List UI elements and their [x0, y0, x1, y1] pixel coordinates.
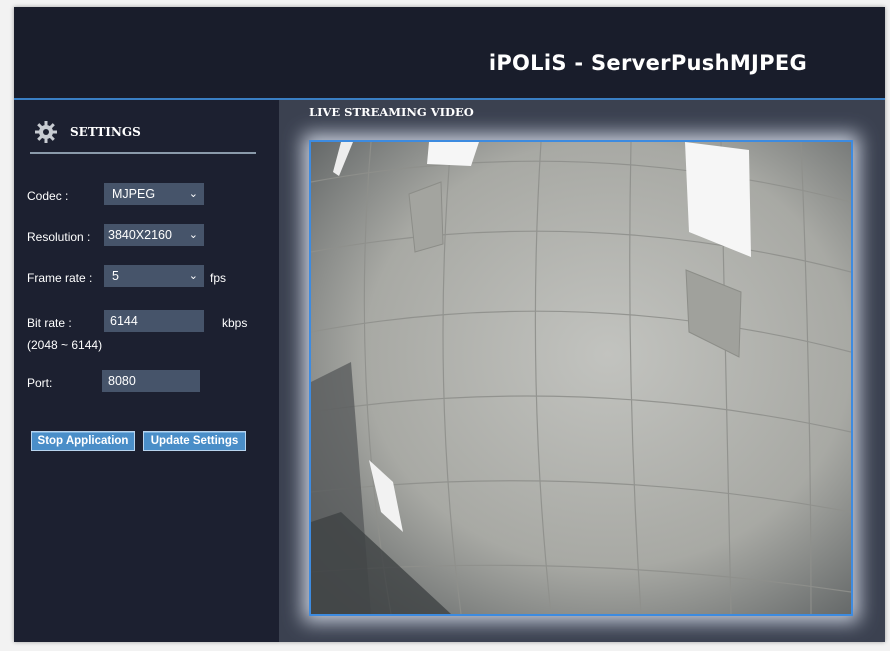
live-video-title: LIVE STREAMING VIDEO [309, 105, 474, 119]
header: iPOLiS - ServerPushMJPEG [14, 7, 885, 100]
framerate-label: Frame rate : [27, 271, 93, 285]
live-video-feed [309, 140, 853, 616]
chevron-down-icon: ⌄ [188, 188, 198, 200]
port-label: Port: [27, 376, 53, 390]
settings-header: SETTINGS [30, 118, 256, 154]
chevron-down-icon: ⌄ [188, 229, 198, 241]
resolution-label: Resolution : [27, 230, 91, 244]
app-frame: iPOLiS - ServerPushMJPEG SETTINGS Codec … [14, 7, 885, 642]
resolution-value: 3840X2160 [108, 228, 172, 242]
port-input[interactable]: 8080 [102, 370, 200, 392]
video-panel: LIVE STREAMING VIDEO [279, 100, 885, 642]
bitrate-label: Bit rate : [27, 316, 72, 330]
framerate-value: 5 [112, 269, 119, 283]
stop-application-button[interactable]: Stop Application [31, 431, 135, 451]
codec-value: MJPEG [112, 187, 156, 201]
video-frame-image [311, 142, 851, 614]
framerate-select[interactable]: 5 ⌄ [104, 265, 204, 287]
settings-title: SETTINGS [70, 125, 141, 139]
update-settings-button[interactable]: Update Settings [143, 431, 246, 451]
bitrate-input[interactable]: 6144 [104, 310, 204, 332]
codec-select[interactable]: MJPEG ⌄ [104, 183, 204, 205]
framerate-unit: fps [210, 271, 227, 285]
gear-icon [35, 121, 57, 143]
settings-sidebar: SETTINGS Codec : MJPEG ⌄ Resolution : 38… [14, 100, 279, 642]
resolution-select[interactable]: 3840X2160 ⌄ [104, 224, 204, 246]
codec-label: Codec : [27, 189, 69, 203]
bitrate-unit: kbps [222, 316, 248, 330]
bitrate-range: (2048 ~ 6144) [27, 338, 103, 352]
app-title: iPOLiS - ServerPushMJPEG [488, 51, 807, 75]
chevron-down-icon: ⌄ [188, 270, 198, 282]
